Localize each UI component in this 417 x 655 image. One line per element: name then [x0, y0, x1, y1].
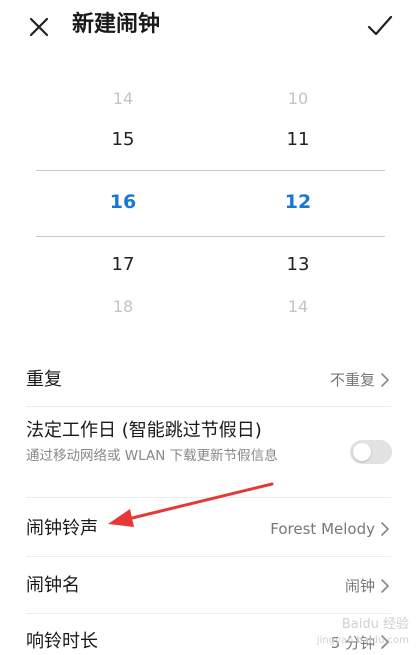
watermark-text: Baidu 经验: [341, 617, 409, 632]
watermark-subtext: jingyan.baidu.com: [316, 635, 409, 646]
annotation-arrow: [108, 482, 274, 527]
watermark: Baidu 经验 jingyan.baidu.com: [317, 617, 409, 649]
